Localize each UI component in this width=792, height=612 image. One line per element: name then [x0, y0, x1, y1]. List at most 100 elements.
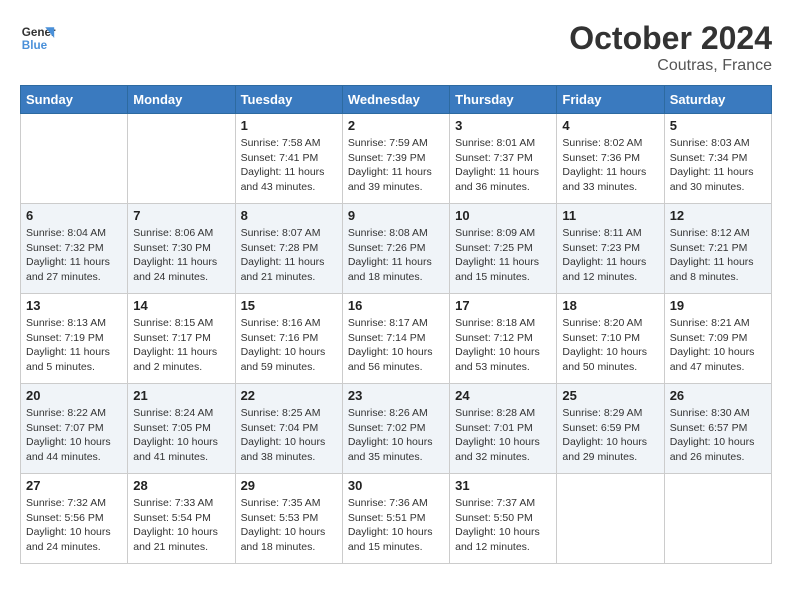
header-friday: Friday: [557, 86, 664, 114]
day-number: 13: [26, 298, 122, 313]
day-number: 9: [348, 208, 444, 223]
day-info: Sunrise: 7:59 AM Sunset: 7:39 PM Dayligh…: [348, 136, 444, 195]
table-row: 7 Sunrise: 8:06 AM Sunset: 7:30 PM Daylig…: [128, 204, 235, 294]
table-row: 18Sunrise: 8:20 AM Sunset: 7:10 PM Dayli…: [557, 294, 664, 384]
table-row: 11Sunrise: 8:11 AM Sunset: 7:23 PM Dayli…: [557, 204, 664, 294]
table-row: [128, 114, 235, 204]
day-info: Sunrise: 8:01 AM Sunset: 7:37 PM Dayligh…: [455, 136, 551, 195]
calendar-week-row: 6 Sunrise: 8:04 AM Sunset: 7:32 PM Daylig…: [21, 204, 772, 294]
day-info: Sunrise: 8:28 AM Sunset: 7:01 PM Dayligh…: [455, 406, 551, 465]
day-info: Sunrise: 7:58 AM Sunset: 7:41 PM Dayligh…: [241, 136, 337, 195]
day-number: 21: [133, 388, 229, 403]
day-info: Sunrise: 8:09 AM Sunset: 7:25 PM Dayligh…: [455, 226, 551, 285]
calendar-week-row: 1 Sunrise: 7:58 AM Sunset: 7:41 PM Daylig…: [21, 114, 772, 204]
day-info: Sunrise: 8:25 AM Sunset: 7:04 PM Dayligh…: [241, 406, 337, 465]
calendar-header-row: Sunday Monday Tuesday Wednesday Thursday…: [21, 86, 772, 114]
day-info: Sunrise: 8:13 AM Sunset: 7:19 PM Dayligh…: [26, 316, 122, 375]
table-row: 12 Sunrise: 8:12 AM Sunset: 7:21 PM Dayli…: [664, 204, 771, 294]
table-row: 25 Sunrise: 8:29 AM Sunset: 6:59 PM Dayli…: [557, 384, 664, 474]
day-number: 20: [26, 388, 122, 403]
month-title: October 2024: [569, 20, 772, 57]
day-number: 14: [133, 298, 229, 313]
table-row: 10 Sunrise: 8:09 AM Sunset: 7:25 PM Dayli…: [450, 204, 557, 294]
day-number: 2: [348, 118, 444, 133]
table-row: 23 Sunrise: 8:26 AM Sunset: 7:02 PM Dayli…: [342, 384, 449, 474]
table-row: 2 Sunrise: 7:59 AM Sunset: 7:39 PM Daylig…: [342, 114, 449, 204]
table-row: 28Sunrise: 7:33 AM Sunset: 5:54 PM Dayli…: [128, 474, 235, 564]
day-info: Sunrise: 7:35 AM Sunset: 5:53 PM Dayligh…: [241, 496, 337, 555]
day-number: 8: [241, 208, 337, 223]
table-row: 26 Sunrise: 8:30 AM Sunset: 6:57 PM Dayli…: [664, 384, 771, 474]
day-number: 1: [241, 118, 337, 133]
day-number: 24: [455, 388, 551, 403]
header-sunday: Sunday: [21, 86, 128, 114]
day-number: 25: [562, 388, 658, 403]
day-number: 29: [241, 478, 337, 493]
day-number: 23: [348, 388, 444, 403]
table-row: 17 Sunrise: 8:18 AM Sunset: 7:12 PM Dayli…: [450, 294, 557, 384]
day-info: Sunrise: 8:03 AM Sunset: 7:34 PM Dayligh…: [670, 136, 766, 195]
table-row: 9Sunrise: 8:08 AM Sunset: 7:26 PM Daylig…: [342, 204, 449, 294]
day-info: Sunrise: 8:02 AM Sunset: 7:36 PM Dayligh…: [562, 136, 658, 195]
day-number: 27: [26, 478, 122, 493]
header-wednesday: Wednesday: [342, 86, 449, 114]
day-info: Sunrise: 8:04 AM Sunset: 7:32 PM Dayligh…: [26, 226, 122, 285]
logo-icon: General Blue: [20, 20, 56, 56]
table-row: 14 Sunrise: 8:15 AM Sunset: 7:17 PM Dayli…: [128, 294, 235, 384]
table-row: 22Sunrise: 8:25 AM Sunset: 7:04 PM Dayli…: [235, 384, 342, 474]
table-row: 21 Sunrise: 8:24 AM Sunset: 7:05 PM Dayli…: [128, 384, 235, 474]
table-row: 24 Sunrise: 8:28 AM Sunset: 7:01 PM Dayli…: [450, 384, 557, 474]
day-info: Sunrise: 8:06 AM Sunset: 7:30 PM Dayligh…: [133, 226, 229, 285]
day-info: Sunrise: 8:30 AM Sunset: 6:57 PM Dayligh…: [670, 406, 766, 465]
table-row: 29 Sunrise: 7:35 AM Sunset: 5:53 PM Dayli…: [235, 474, 342, 564]
day-info: Sunrise: 8:22 AM Sunset: 7:07 PM Dayligh…: [26, 406, 122, 465]
day-number: 19: [670, 298, 766, 313]
table-row: [557, 474, 664, 564]
day-info: Sunrise: 8:15 AM Sunset: 7:17 PM Dayligh…: [133, 316, 229, 375]
day-number: 30: [348, 478, 444, 493]
day-number: 28: [133, 478, 229, 493]
svg-text:Blue: Blue: [22, 39, 48, 52]
day-number: 5: [670, 118, 766, 133]
day-number: 6: [26, 208, 122, 223]
table-row: 3Sunrise: 8:01 AM Sunset: 7:37 PM Daylig…: [450, 114, 557, 204]
day-info: Sunrise: 7:32 AM Sunset: 5:56 PM Dayligh…: [26, 496, 122, 555]
day-number: 17: [455, 298, 551, 313]
calendar-table: Sunday Monday Tuesday Wednesday Thursday…: [20, 85, 772, 564]
day-info: Sunrise: 8:21 AM Sunset: 7:09 PM Dayligh…: [670, 316, 766, 375]
header-thursday: Thursday: [450, 86, 557, 114]
table-row: 15Sunrise: 8:16 AM Sunset: 7:16 PM Dayli…: [235, 294, 342, 384]
calendar-week-row: 20 Sunrise: 8:22 AM Sunset: 7:07 PM Dayli…: [21, 384, 772, 474]
day-info: Sunrise: 8:18 AM Sunset: 7:12 PM Dayligh…: [455, 316, 551, 375]
table-row: 13 Sunrise: 8:13 AM Sunset: 7:19 PM Dayli…: [21, 294, 128, 384]
day-info: Sunrise: 8:11 AM Sunset: 7:23 PM Dayligh…: [562, 226, 658, 285]
day-number: 10: [455, 208, 551, 223]
table-row: 6 Sunrise: 8:04 AM Sunset: 7:32 PM Daylig…: [21, 204, 128, 294]
header-monday: Monday: [128, 86, 235, 114]
title-block: October 2024 Coutras, France: [569, 20, 772, 75]
day-number: 7: [133, 208, 229, 223]
day-number: 12: [670, 208, 766, 223]
day-info: Sunrise: 8:29 AM Sunset: 6:59 PM Dayligh…: [562, 406, 658, 465]
table-row: [21, 114, 128, 204]
day-number: 26: [670, 388, 766, 403]
calendar-week-row: 27 Sunrise: 7:32 AM Sunset: 5:56 PM Dayli…: [21, 474, 772, 564]
day-info: Sunrise: 8:26 AM Sunset: 7:02 PM Dayligh…: [348, 406, 444, 465]
day-info: Sunrise: 8:24 AM Sunset: 7:05 PM Dayligh…: [133, 406, 229, 465]
table-row: 4Sunrise: 8:02 AM Sunset: 7:36 PM Daylig…: [557, 114, 664, 204]
day-number: 18: [562, 298, 658, 313]
day-number: 31: [455, 478, 551, 493]
table-row: 5 Sunrise: 8:03 AM Sunset: 7:34 PM Daylig…: [664, 114, 771, 204]
table-row: [664, 474, 771, 564]
day-number: 15: [241, 298, 337, 313]
header-tuesday: Tuesday: [235, 86, 342, 114]
table-row: 19 Sunrise: 8:21 AM Sunset: 7:09 PM Dayli…: [664, 294, 771, 384]
day-info: Sunrise: 7:36 AM Sunset: 5:51 PM Dayligh…: [348, 496, 444, 555]
day-info: Sunrise: 8:12 AM Sunset: 7:21 PM Dayligh…: [670, 226, 766, 285]
day-number: 16: [348, 298, 444, 313]
day-info: Sunrise: 8:07 AM Sunset: 7:28 PM Dayligh…: [241, 226, 337, 285]
table-row: 1 Sunrise: 7:58 AM Sunset: 7:41 PM Daylig…: [235, 114, 342, 204]
header-saturday: Saturday: [664, 86, 771, 114]
location-subtitle: Coutras, France: [569, 57, 772, 75]
page-header: General Blue October 2024 Coutras, Franc…: [20, 20, 772, 75]
